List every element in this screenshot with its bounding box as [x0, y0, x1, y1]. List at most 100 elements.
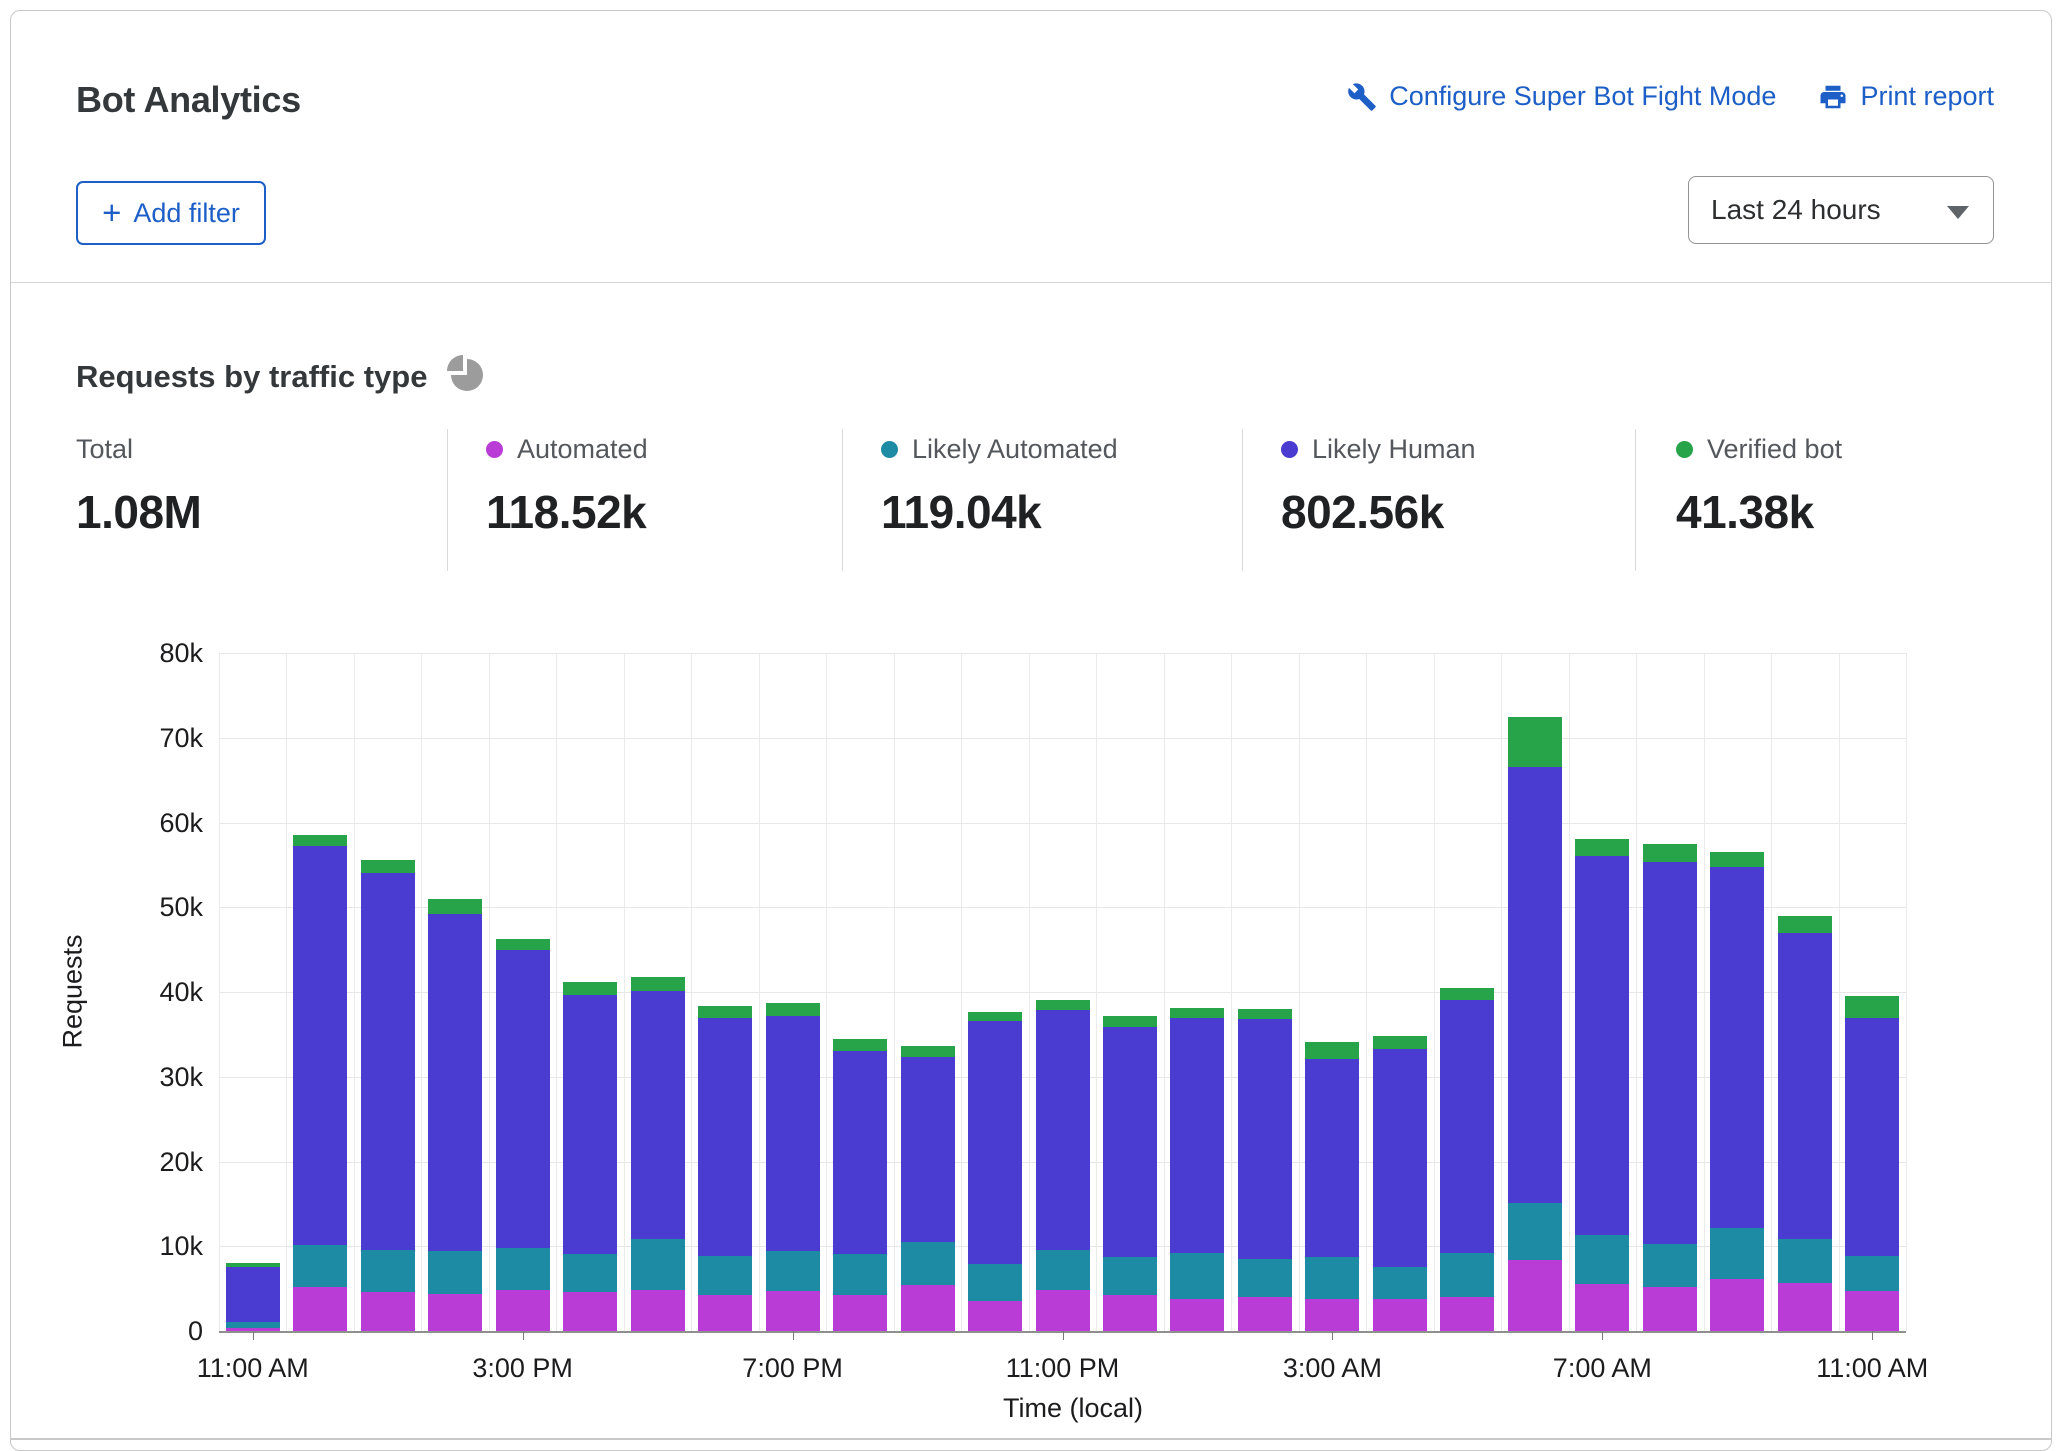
- bar-segment-verified_bot: [293, 835, 347, 846]
- bar-segment-likely_automated: [631, 1239, 685, 1290]
- bar-segment-likely_human: [361, 873, 415, 1249]
- chart-bar[interactable]: [1508, 653, 1562, 1331]
- bar-segment-likely_human: [428, 914, 482, 1250]
- bar-segment-automated: [1710, 1279, 1764, 1331]
- bar-segment-likely_human: [631, 991, 685, 1239]
- x-tick-label: 11:00 PM: [973, 1353, 1153, 1384]
- chart-bar[interactable]: [698, 653, 752, 1331]
- y-tick-label: 20k: [107, 1146, 203, 1178]
- bar-segment-likely_human: [1305, 1059, 1359, 1257]
- bar-segment-verified_bot: [361, 860, 415, 874]
- y-tick-label: 0: [107, 1315, 203, 1347]
- bot-analytics-page: { "header": { "title": "Bot Analytics", …: [0, 0, 2062, 1450]
- bar-segment-automated: [1305, 1299, 1359, 1331]
- bar-segment-likely_automated: [1440, 1253, 1494, 1297]
- bar-segment-verified_bot: [698, 1006, 752, 1019]
- bar-segment-likely_automated: [1238, 1259, 1292, 1297]
- chart-bar[interactable]: [1103, 653, 1157, 1331]
- bar-segment-verified_bot: [1036, 1000, 1090, 1010]
- chart-bar[interactable]: [1710, 653, 1764, 1331]
- x-tick-mark: [1602, 1331, 1603, 1340]
- bar-segment-likely_human: [901, 1057, 955, 1242]
- bar-segment-likely_automated: [1170, 1253, 1224, 1299]
- bar-segment-automated: [563, 1292, 617, 1331]
- bar-segment-automated: [968, 1301, 1022, 1332]
- y-tick-label: 10k: [107, 1230, 203, 1262]
- bar-segment-verified_bot: [631, 977, 685, 991]
- x-tick-mark: [253, 1331, 254, 1340]
- bar-segment-likely_automated: [1305, 1257, 1359, 1299]
- y-tick-label: 40k: [107, 976, 203, 1008]
- bar-segment-automated: [1845, 1291, 1899, 1331]
- chart-bar[interactable]: [293, 653, 347, 1331]
- chart-bar[interactable]: [226, 653, 280, 1331]
- bar-segment-likely_automated: [968, 1264, 1022, 1300]
- bar-segment-likely_human: [1778, 933, 1832, 1240]
- bar-segment-automated: [1508, 1260, 1562, 1331]
- bar-segment-automated: [1440, 1297, 1494, 1331]
- x-tick-mark: [523, 1331, 524, 1340]
- chart-bar[interactable]: [833, 653, 887, 1331]
- bar-segment-likely_automated: [1508, 1203, 1562, 1260]
- chart-bar[interactable]: [1170, 653, 1224, 1331]
- bar-segment-verified_bot: [1845, 996, 1899, 1018]
- y-tick-label: 60k: [107, 807, 203, 839]
- bar-segment-likely_human: [968, 1021, 1022, 1264]
- bar-segment-automated: [361, 1292, 415, 1331]
- bar-segment-likely_human: [1170, 1018, 1224, 1253]
- bar-segment-likely_automated: [698, 1256, 752, 1295]
- y-tick-label: 30k: [107, 1061, 203, 1093]
- bar-segment-automated: [428, 1294, 482, 1331]
- bar-segment-verified_bot: [1643, 844, 1697, 862]
- chart-bar[interactable]: [1575, 653, 1629, 1331]
- chart-bar[interactable]: [1643, 653, 1697, 1331]
- chart-bar[interactable]: [1778, 653, 1832, 1331]
- bar-segment-automated: [1575, 1284, 1629, 1331]
- chart-bar[interactable]: [1845, 653, 1899, 1331]
- bar-segment-automated: [901, 1285, 955, 1331]
- bar-segment-likely_human: [1373, 1049, 1427, 1267]
- chart-bar[interactable]: [1036, 653, 1090, 1331]
- bar-segment-likely_automated: [1036, 1250, 1090, 1291]
- x-tick-label: 11:00 AM: [1782, 1353, 1962, 1384]
- bar-segment-verified_bot: [1575, 839, 1629, 856]
- chart-bar[interactable]: [766, 653, 820, 1331]
- chart-bar[interactable]: [563, 653, 617, 1331]
- bar-segment-likely_human: [766, 1016, 820, 1252]
- bar-segment-likely_human: [1036, 1010, 1090, 1250]
- bar-segment-likely_automated: [901, 1242, 955, 1285]
- chart-bar[interactable]: [968, 653, 1022, 1331]
- bar-segment-likely_automated: [361, 1250, 415, 1292]
- chart-bar[interactable]: [361, 653, 415, 1331]
- y-axis-title: Requests: [58, 912, 89, 1072]
- bar-segment-verified_bot: [766, 1003, 820, 1016]
- x-tick-mark: [1332, 1331, 1333, 1340]
- x-tick-label: 7:00 AM: [1512, 1353, 1692, 1384]
- chart-bar[interactable]: [428, 653, 482, 1331]
- bar-segment-verified_bot: [1440, 988, 1494, 1000]
- y-tick-label: 70k: [107, 722, 203, 754]
- bar-segment-verified_bot: [968, 1012, 1022, 1021]
- y-tick-label: 80k: [107, 637, 203, 669]
- chart-bar[interactable]: [496, 653, 550, 1331]
- x-tick-label: 7:00 PM: [703, 1353, 883, 1384]
- bar-segment-verified_bot: [833, 1039, 887, 1050]
- bar-segment-verified_bot: [1710, 852, 1764, 867]
- chart-bar[interactable]: [901, 653, 955, 1331]
- x-tick-mark: [793, 1331, 794, 1340]
- chart-bar[interactable]: [1440, 653, 1494, 1331]
- x-tick-label: 11:00 AM: [163, 1353, 343, 1384]
- bar-segment-likely_human: [698, 1018, 752, 1255]
- bar-segment-automated: [1170, 1299, 1224, 1331]
- bar-segment-likely_human: [1643, 862, 1697, 1244]
- chart-bar[interactable]: [1305, 653, 1359, 1331]
- chart-bar[interactable]: [1238, 653, 1292, 1331]
- bar-segment-likely_automated: [563, 1254, 617, 1292]
- bar-segment-likely_automated: [293, 1245, 347, 1287]
- bar-segment-verified_bot: [496, 939, 550, 951]
- chart-bar[interactable]: [631, 653, 685, 1331]
- bar-segment-automated: [631, 1290, 685, 1331]
- chart-bar[interactable]: [1373, 653, 1427, 1331]
- bar-segment-likely_human: [496, 950, 550, 1247]
- bar-segment-automated: [1036, 1290, 1090, 1331]
